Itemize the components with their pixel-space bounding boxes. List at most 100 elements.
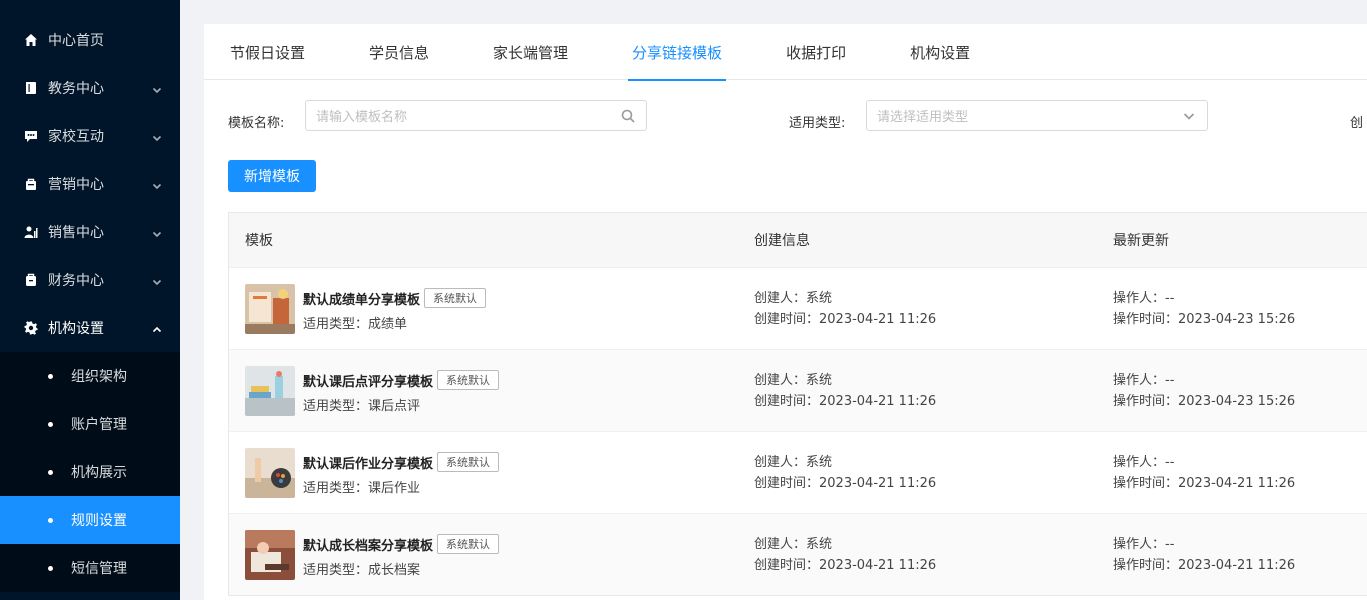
- table-row[interactable]: 默认成长档案分享模板 系统默认 适用类型：成长档案 创建人：系统 创建时间：20…: [229, 513, 1367, 595]
- template-thumbnail: [245, 448, 295, 498]
- update-info: 操作人：-- 操作时间：2023-04-21 11:26: [1113, 452, 1295, 494]
- tab-holidays[interactable]: 节假日设置: [226, 24, 309, 80]
- template-type: 适用类型：成长档案: [303, 563, 421, 578]
- creator-text: 创建人：系统: [754, 455, 833, 470]
- template-thumbnail: [245, 284, 295, 334]
- tab-share-link-templates[interactable]: 分享链接模板: [628, 24, 727, 81]
- chevron-down-icon: [152, 227, 162, 238]
- sidebar-item-academic[interactable]: 教务中心: [0, 64, 180, 112]
- sidebar-subitem-org-structure[interactable]: 组织架构: [0, 352, 180, 400]
- creator-text: 创建人：系统: [754, 291, 833, 306]
- updated-time-text: 操作时间：2023-04-21 11:26: [1113, 558, 1296, 573]
- template-title: 默认课后作业分享模板: [303, 456, 434, 472]
- wallet-icon: [24, 273, 38, 287]
- sidebar-item-label: 家校互动: [48, 129, 104, 145]
- column-header-create-info: 创建信息: [754, 233, 810, 249]
- template-type: 适用类型：成绩单: [303, 317, 408, 332]
- sidebar-subitem-rules[interactable]: 规则设置: [0, 496, 180, 544]
- template-table: 模板 创建信息 最新更新 默认成绩单分享模板 系统默认 适用类型：成绩单 创建人…: [228, 212, 1367, 596]
- chevron-up-icon: [152, 323, 162, 333]
- table-row[interactable]: 默认课后作业分享模板 系统默认 适用类型：课后作业 创建人：系统 创建时间：20…: [229, 431, 1367, 513]
- creator-filter-label: 创: [1350, 116, 1364, 131]
- operator-text: 操作人：--: [1113, 537, 1175, 552]
- template-name-input[interactable]: 请输入模板名称: [305, 100, 647, 131]
- create-info: 创建人：系统 创建时间：2023-04-21 11:26: [754, 370, 936, 412]
- template-name: 默认课后点评分享模板 系统默认: [303, 370, 500, 390]
- template-name-placeholder: 请输入模板名称: [316, 110, 408, 125]
- sidebar-subitem-label: 账户管理: [71, 417, 127, 433]
- system-default-badge: 系统默认: [437, 370, 500, 390]
- column-header-latest-update: 最新更新: [1113, 233, 1169, 249]
- chart-person-icon: [24, 225, 38, 239]
- template-title: 默认课后点评分享模板: [303, 374, 434, 390]
- sidebar-item-sales[interactable]: 销售中心: [0, 208, 180, 256]
- applicable-type-placeholder: 请选择适用类型: [877, 110, 969, 125]
- search-icon[interactable]: [621, 109, 635, 123]
- applicable-type-label: 适用类型:: [789, 116, 846, 131]
- sidebar-item-label: 中心首页: [48, 33, 104, 49]
- template-type: 适用类型：课后点评: [303, 399, 421, 414]
- created-time-text: 创建时间：2023-04-21 11:26: [754, 394, 937, 409]
- add-template-button[interactable]: 新增模板: [228, 160, 316, 192]
- sidebar-item-label: 财务中心: [48, 273, 104, 289]
- sidebar-item-label: 教务中心: [48, 81, 104, 97]
- template-name: 默认成长档案分享模板 系统默认: [303, 534, 500, 554]
- sidebar-subitem-org-display[interactable]: 机构展示: [0, 448, 180, 496]
- updated-time-text: 操作时间：2023-04-23 15:26: [1113, 312, 1296, 327]
- template-thumbnail: [245, 530, 295, 580]
- template-title: 默认成长档案分享模板: [303, 538, 434, 554]
- creator-text: 创建人：系统: [754, 537, 833, 552]
- operator-text: 操作人：--: [1113, 455, 1175, 470]
- sidebar-item-label: 营销中心: [48, 177, 104, 193]
- chevron-down-icon: [152, 131, 162, 142]
- bullet-icon: [48, 469, 53, 475]
- sidebar-subitem-label: 规则设置: [71, 513, 127, 529]
- main-panel: 节假日设置 学员信息 家长端管理 分享链接模板 收据打印 机构设置 模板名称: …: [204, 24, 1367, 600]
- create-info: 创建人：系统 创建时间：2023-04-21 11:26: [754, 288, 936, 330]
- chevron-down-icon: [152, 83, 162, 94]
- template-type: 适用类型：课后作业: [303, 481, 421, 496]
- operator-text: 操作人：--: [1113, 373, 1175, 388]
- template-thumbnail: [245, 366, 295, 416]
- home-icon: [24, 33, 38, 47]
- sidebar-item-home[interactable]: 中心首页: [0, 16, 180, 64]
- table-row[interactable]: 默认成绩单分享模板 系统默认 适用类型：成绩单 创建人：系统 创建时间：2023…: [229, 267, 1367, 349]
- filter-bar: 模板名称: 请输入模板名称 适用类型: 请选择适用类型 创: [204, 80, 1367, 144]
- sidebar-subitem-label: 机构展示: [71, 465, 127, 481]
- sidebar-subitem-sms[interactable]: 短信管理: [0, 544, 180, 592]
- sidebar-item-label: 销售中心: [48, 225, 104, 241]
- creator-text: 创建人：系统: [754, 373, 833, 388]
- bullet-icon: [48, 421, 53, 427]
- table-header: 模板 创建信息 最新更新: [229, 213, 1367, 267]
- created-time-text: 创建时间：2023-04-21 11:26: [754, 558, 937, 573]
- create-info: 创建人：系统 创建时间：2023-04-21 11:26: [754, 534, 936, 576]
- create-info: 创建人：系统 创建时间：2023-04-21 11:26: [754, 452, 936, 494]
- updated-time-text: 操作时间：2023-04-23 15:26: [1113, 394, 1296, 409]
- sidebar: 中心首页 教务中心 家校互动 营销中心 销售中心 财务中心 机构设置 组织架构: [0, 0, 180, 600]
- chevron-down-icon: [152, 275, 162, 286]
- book-icon: [24, 81, 38, 95]
- table-row[interactable]: 默认课后点评分享模板 系统默认 适用类型：课后点评 创建人：系统 创建时间：20…: [229, 349, 1367, 431]
- sidebar-item-org-settings[interactable]: 机构设置: [0, 304, 180, 352]
- sidebar-item-marketing[interactable]: 营销中心: [0, 160, 180, 208]
- tab-org-settings[interactable]: 机构设置: [906, 24, 974, 80]
- sidebar-subitem-accounts[interactable]: 账户管理: [0, 400, 180, 448]
- system-default-badge: 系统默认: [424, 288, 487, 308]
- created-time-text: 创建时间：2023-04-21 11:26: [754, 312, 937, 327]
- tab-student-info[interactable]: 学员信息: [365, 24, 433, 80]
- template-name: 默认成绩单分享模板 系统默认: [303, 288, 487, 308]
- bullet-icon: [48, 565, 53, 571]
- applicable-type-select[interactable]: 请选择适用类型: [866, 100, 1208, 131]
- template-name: 默认课后作业分享模板 系统默认: [303, 452, 500, 472]
- template-name-label: 模板名称:: [228, 116, 285, 131]
- update-info: 操作人：-- 操作时间：2023-04-21 11:26: [1113, 534, 1295, 576]
- tab-parent-portal[interactable]: 家长端管理: [489, 24, 572, 80]
- update-info: 操作人：-- 操作时间：2023-04-23 15:26: [1113, 370, 1295, 412]
- tab-receipt-print[interactable]: 收据打印: [782, 24, 850, 80]
- column-header-template: 模板: [245, 233, 273, 249]
- sidebar-subitem-label: 组织架构: [71, 369, 127, 385]
- chat-icon: [24, 129, 38, 143]
- sidebar-item-finance[interactable]: 财务中心: [0, 256, 180, 304]
- system-default-badge: 系统默认: [437, 534, 500, 554]
- sidebar-item-home-school[interactable]: 家校互动: [0, 112, 180, 160]
